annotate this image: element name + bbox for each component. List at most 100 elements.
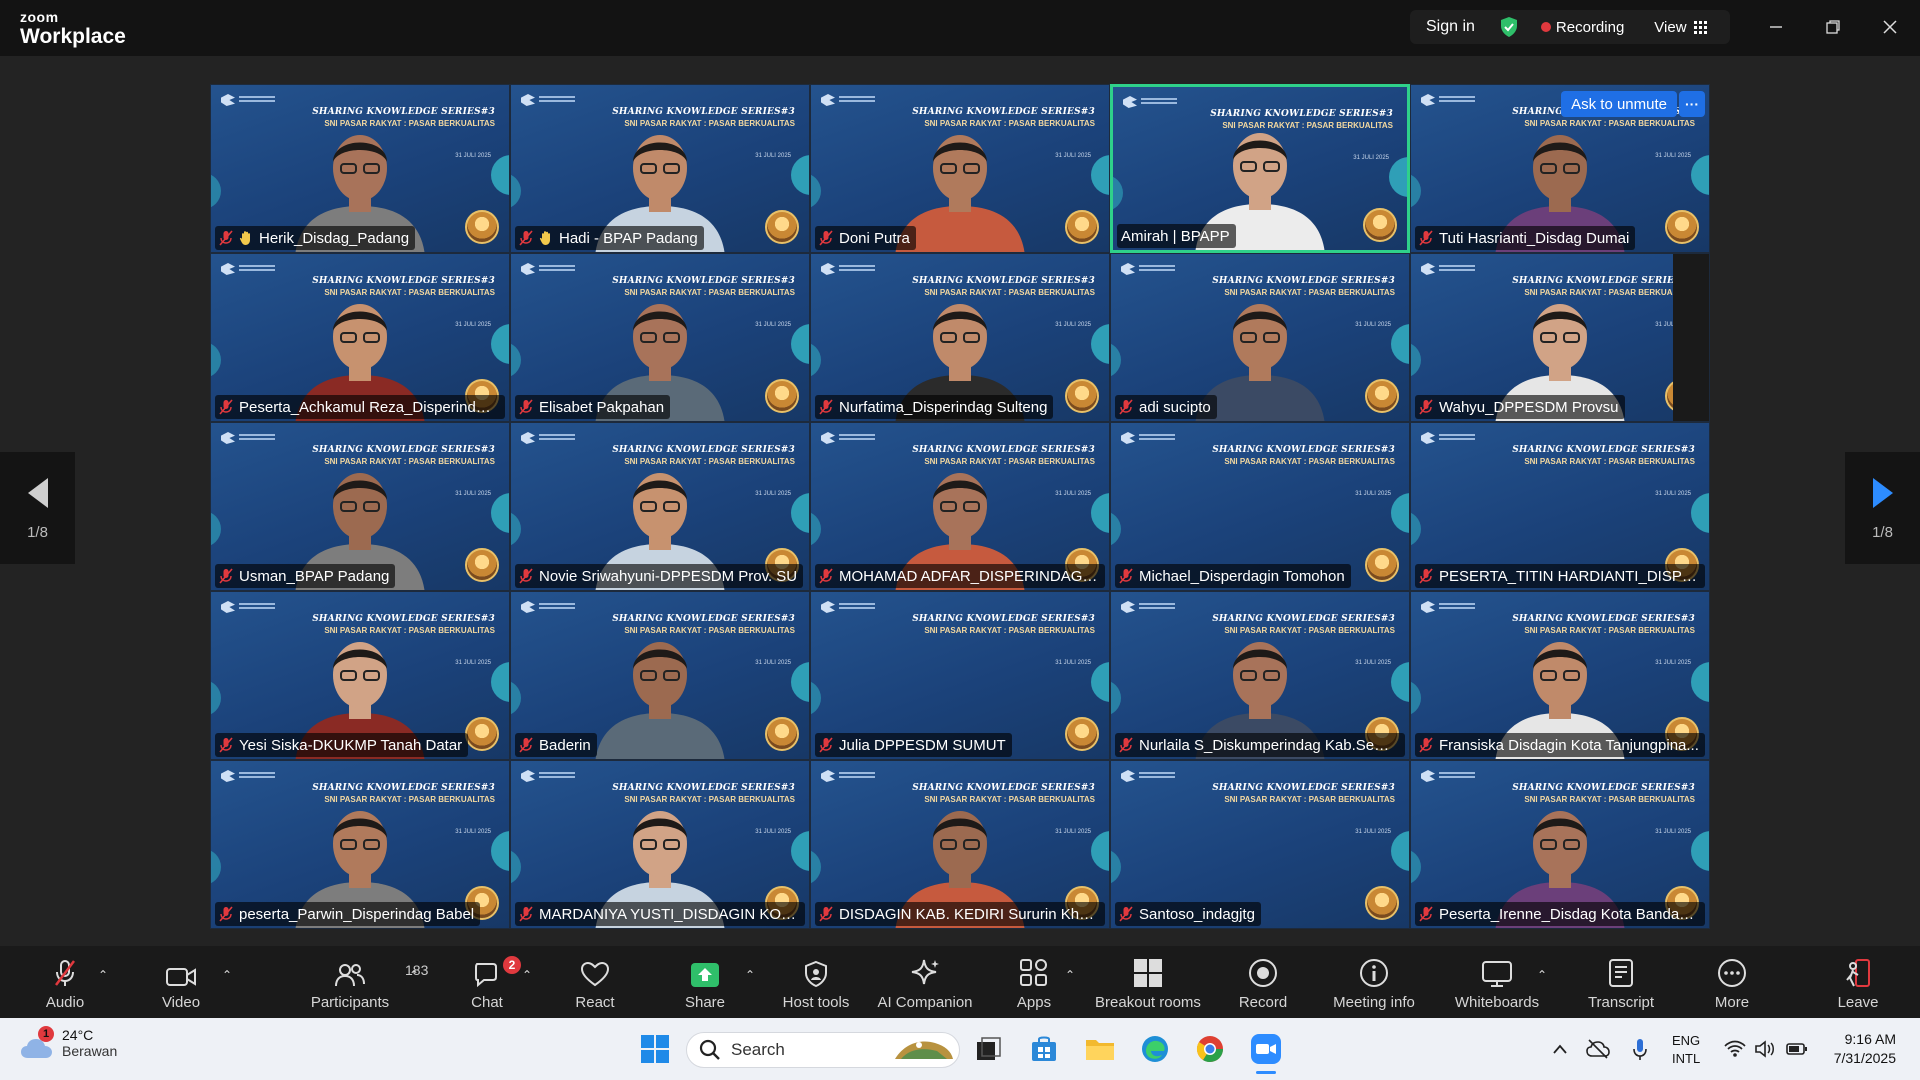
video-options-chevron-icon[interactable]: ⌃ [222,968,232,982]
share-label: Share [684,994,726,1011]
participant-nametag: Herik_Disdag_Padang [215,226,416,250]
chat-options-chevron-icon[interactable]: ⌃ [522,968,532,982]
participant-tile[interactable]: SHARING KNOWLEDGE SERIES#3SNI PASAR RAKY… [810,253,1110,422]
participant-tile[interactable]: SHARING KNOWLEDGE SERIES#3SNI PASAR RAKY… [1410,591,1710,760]
microphone-muted-icon [819,230,833,246]
ministry-logo-icon [521,93,576,107]
ask-to-unmute-button[interactable]: Ask to unmute [1561,91,1677,117]
banner-decoration [211,511,221,547]
chrome-browser-button[interactable] [1193,1032,1227,1066]
participant-tile[interactable]: SHARING KNOWLEDGE SERIES#3SNI PASAR RAKY… [210,422,510,591]
participant-tile[interactable]: SHARING KNOWLEDGE SERIES#3SNI PASAR RAKY… [810,591,1110,760]
participant-tile[interactable]: SHARING KNOWLEDGE SERIES#3SNI PASAR RAKY… [510,253,810,422]
participant-tile[interactable]: SHARING KNOWLEDGE SERIES#3SNI PASAR RAKY… [1110,84,1410,253]
whiteboards-button[interactable]: Whiteboards [1452,946,1542,1018]
chat-bubble-icon [475,963,497,988]
apps-icon [1020,959,1047,986]
microphone-muted-icon [819,737,833,753]
previous-page-button[interactable]: 1/8 [0,452,75,564]
cloud-sync-off-icon[interactable] [1586,1039,1610,1059]
participant-tile[interactable]: SHARING KNOWLEDGE SERIES#3SNI PASAR RAKY… [510,422,810,591]
microphone-muted-icon [1119,737,1133,753]
leave-button[interactable]: Leave [1833,946,1883,1018]
chat-badge: 2 [503,956,521,974]
breakout-rooms-button[interactable]: Breakout rooms [1090,946,1206,1018]
apps-options-chevron-icon[interactable]: ⌃ [1065,968,1075,982]
sparkle-ai-icon [911,959,939,985]
participants-options-chevron-icon[interactable]: ⌃ [409,968,419,982]
participant-tile[interactable]: SHARING KNOWLEDGE SERIES#3SNI PASAR RAKY… [1410,84,1710,253]
participants-button[interactable]: 183 Participants [300,946,429,1018]
tile-more-options-button[interactable]: ··· [1679,91,1705,117]
participant-name: Michael_Disperdagin Tomohon [1139,567,1345,585]
record-button[interactable]: Record [1238,946,1288,1018]
more-button[interactable]: More [1707,946,1757,1018]
minimize-button[interactable] [1761,12,1791,42]
banner-decoration [1111,511,1121,547]
banner-decoration [791,662,809,702]
participant-tile[interactable]: SHARING KNOWLEDGE SERIES#3SNI PASAR RAKY… [210,253,510,422]
close-button[interactable] [1875,12,1905,42]
participant-tile[interactable]: SHARING KNOWLEDGE SERIES#3SNI PASAR RAKY… [510,591,810,760]
participant-tile[interactable]: SHARING KNOWLEDGE SERIES#3SNI PASAR RAKY… [210,84,510,253]
participant-tile[interactable]: SHARING KNOWLEDGE SERIES#3SNI PASAR RAKY… [210,760,510,929]
video-button[interactable]: Video [156,946,206,1018]
weather-widget[interactable]: 1 24°C Berawan [20,1026,117,1060]
apps-button[interactable]: Apps [1009,946,1059,1018]
restore-button[interactable] [1818,12,1848,42]
security-shield-icon[interactable] [1499,16,1519,38]
task-view-button[interactable] [972,1032,1006,1066]
event-banner: SHARING KNOWLEDGE SERIES#3 SNI PASAR RAKY… [1495,445,1695,466]
participant-nametag: adi sucipto [1115,395,1217,419]
input-language[interactable]: ENG INTL [1672,1032,1700,1068]
transcript-button[interactable]: Transcript [1580,946,1662,1018]
file-explorer-button[interactable] [1083,1032,1117,1066]
share-button[interactable]: Share [680,946,730,1018]
taskbar-search[interactable]: Search [686,1032,960,1068]
weather-alert-badge: 1 [38,1026,54,1042]
whiteboards-options-chevron-icon[interactable]: ⌃ [1537,968,1547,982]
participant-name: adi sucipto [1139,398,1211,416]
participant-tile[interactable]: SHARING KNOWLEDGE SERIES#3SNI PASAR RAKY… [510,760,810,929]
view-button[interactable]: View [1654,19,1686,36]
next-page-button[interactable]: 1/8 [1845,452,1920,564]
whiteboard-icon [1482,961,1512,987]
ai-companion-button[interactable]: AI Companion [870,946,980,1018]
edge-browser-button[interactable] [1138,1032,1172,1066]
participant-tile[interactable]: SHARING KNOWLEDGE SERIES#3SNI PASAR RAKY… [1110,591,1410,760]
react-button[interactable]: React [570,946,620,1018]
participant-tile[interactable]: SHARING KNOWLEDGE SERIES#3SNI PASAR RAKY… [1110,760,1410,929]
participant-name: Peserta_Achkamul Reza_Disperindag ... [239,398,499,416]
participant-tile[interactable]: SHARING KNOWLEDGE SERIES#3SNI PASAR RAKY… [810,422,1110,591]
status-icons[interactable] [1724,1018,1808,1080]
participant-tile[interactable]: SHARING KNOWLEDGE SERIES#3SNI PASAR RAKY… [210,591,510,760]
audio-button[interactable]: Audio [40,946,90,1018]
banner-decoration [1113,175,1123,211]
participant-tile[interactable]: SHARING KNOWLEDGE SERIES#3SNI PASAR RAKY… [810,760,1110,929]
share-options-chevron-icon[interactable]: ⌃ [745,968,755,982]
zoom-app-button[interactable] [1249,1032,1283,1066]
meeting-info-button[interactable]: Meeting info [1325,946,1423,1018]
participant-tile[interactable]: SHARING KNOWLEDGE SERIES#3SNI PASAR RAKY… [1410,253,1710,422]
banner-decoration [791,324,809,364]
chat-button[interactable]: 2 Chat [462,946,521,1018]
breakout-rooms-icon [1134,959,1162,987]
recording-indicator[interactable]: Recording [1556,19,1624,36]
sign-in-button[interactable]: Sign in [1426,18,1475,36]
banner-date: 31 JULI 2025 [1655,322,1691,328]
participant-tile[interactable]: SHARING KNOWLEDGE SERIES#3SNI PASAR RAKY… [810,84,1110,253]
participant-tile[interactable]: SHARING KNOWLEDGE SERIES#3SNI PASAR RAKY… [1410,760,1710,929]
participant-tile[interactable]: SHARING KNOWLEDGE SERIES#3SNI PASAR RAKY… [1110,422,1410,591]
start-button[interactable] [638,1032,672,1066]
participant-tile[interactable]: SHARING KNOWLEDGE SERIES#3SNI PASAR RAKY… [1410,422,1710,591]
participant-tile[interactable]: SHARING KNOWLEDGE SERIES#3SNI PASAR RAKY… [1110,253,1410,422]
host-tools-button[interactable]: Host tools [776,946,856,1018]
taskbar-clock[interactable]: 9:16 AM 7/31/2025 [1834,1030,1896,1068]
raised-hand-icon [239,231,250,245]
participant-tile[interactable]: SHARING KNOWLEDGE SERIES#3SNI PASAR RAKY… [510,84,810,253]
microphone-tray-icon[interactable] [1632,1037,1648,1061]
audio-options-chevron-icon[interactable]: ⌃ [98,968,108,982]
chevron-up-icon[interactable] [1552,1043,1568,1055]
microphone-muted-icon [219,737,233,753]
store-app-button[interactable] [1027,1032,1061,1066]
